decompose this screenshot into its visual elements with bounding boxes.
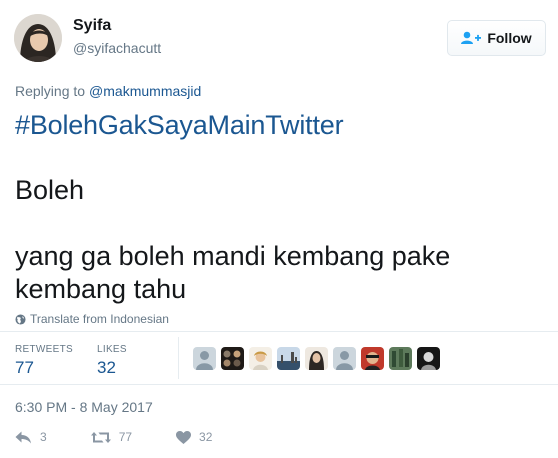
liker-avatar[interactable] <box>193 347 216 370</box>
divider <box>0 384 558 385</box>
tweet-text-line: yang ga boleh mandi kembang pake kembang… <box>15 241 451 304</box>
retweet-icon <box>90 431 111 443</box>
translate-label: Translate from Indonesian <box>30 312 169 326</box>
reply-prefix: Replying to <box>15 83 86 99</box>
retweets-count: 77 <box>15 358 34 377</box>
likes-count: 32 <box>97 358 116 377</box>
reply-icon <box>15 431 31 443</box>
tweet-header: Syifa @syifachacutt Follow <box>14 12 546 68</box>
tweet-text-line: Boleh <box>15 175 85 205</box>
divider <box>0 331 558 332</box>
avatar[interactable] <box>14 14 62 62</box>
retweet-button[interactable]: 77 <box>90 430 133 444</box>
like-count: 32 <box>199 430 213 444</box>
add-user-icon <box>461 31 482 44</box>
retweet-count: 77 <box>118 430 133 444</box>
translate-link[interactable]: Translate from Indonesian <box>15 312 169 326</box>
tweet-timestamp[interactable]: 6:30 PM - 8 May 2017 <box>15 399 153 415</box>
liker-avatar[interactable] <box>333 347 356 370</box>
reply-context: Replying to @makmummasjid <box>15 83 201 99</box>
liker-avatar[interactable] <box>361 347 384 370</box>
avatar-image <box>14 14 62 62</box>
liker-avatars <box>193 347 440 370</box>
tweet-hashtag-link[interactable]: #BolehGakSayaMainTwitter <box>15 110 344 141</box>
liker-avatar[interactable] <box>389 347 412 370</box>
author-name[interactable]: Syifa <box>73 17 111 35</box>
liker-avatar[interactable] <box>221 347 244 370</box>
likes-label: LIKES <box>97 344 127 355</box>
follow-button[interactable]: Follow <box>447 20 546 56</box>
author-handle[interactable]: @syifachacutt <box>73 40 161 56</box>
divider <box>178 337 179 379</box>
retweets-stat[interactable]: RETWEETS 77 <box>15 344 73 378</box>
liker-avatar[interactable] <box>277 347 300 370</box>
reply-button[interactable]: 3 <box>15 430 47 444</box>
follow-button-label: Follow <box>487 30 532 46</box>
liker-avatar[interactable] <box>417 347 440 370</box>
heart-icon <box>176 430 192 444</box>
retweets-label: RETWEETS <box>15 344 73 355</box>
tweet-actions: 3 77 32 <box>15 430 256 444</box>
reply-mention-link[interactable]: @makmummasjid <box>89 83 201 99</box>
reply-count: 3 <box>40 430 47 444</box>
liker-avatar[interactable] <box>249 347 272 370</box>
globe-icon <box>15 313 26 325</box>
liker-avatar[interactable] <box>305 347 328 370</box>
like-button[interactable]: 32 <box>176 430 212 444</box>
likes-stat[interactable]: LIKES 32 <box>97 344 127 378</box>
